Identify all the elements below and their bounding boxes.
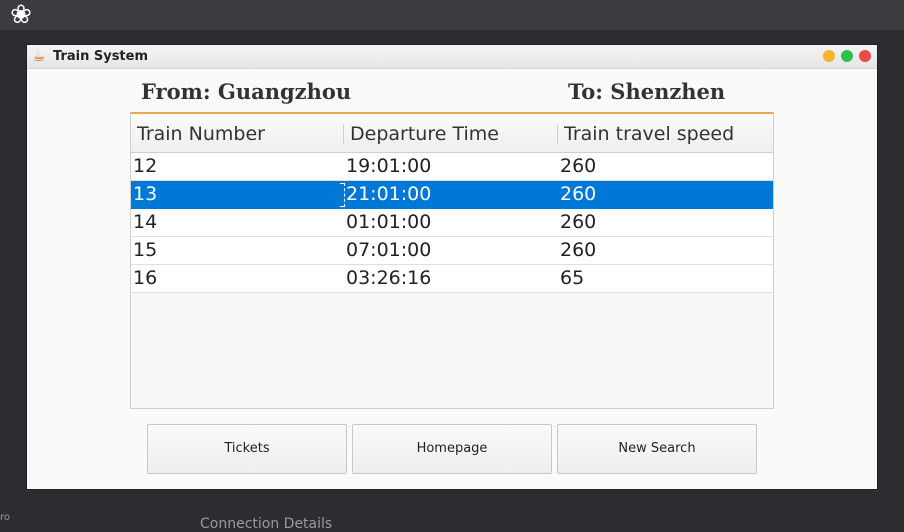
table-row-selected[interactable]: 13 21:01:00 260 <box>131 181 773 209</box>
window-titlebar[interactable]: ☕ Train System <box>27 45 877 69</box>
column-header-departure-time[interactable]: Departure Time <box>350 123 499 145</box>
table-row[interactable]: 16 03:26:16 65 <box>131 265 773 293</box>
new-search-button[interactable]: New Search <box>557 424 757 474</box>
column-divider[interactable] <box>343 124 344 144</box>
cell-train-number: 12 <box>133 155 158 177</box>
cell-travel-speed: 260 <box>560 211 597 233</box>
window-title: Train System <box>53 49 149 64</box>
route-from-label: From: Guangzhou <box>141 79 352 104</box>
gnome-foot-icon[interactable]: ❀ <box>6 0 36 30</box>
cell-train-number: 14 <box>133 211 158 233</box>
cell-departure-time: 03:26:16 <box>346 267 432 289</box>
table-row[interactable]: 14 01:01:00 260 <box>131 209 773 237</box>
cell-departure-time: 19:01:00 <box>346 155 432 177</box>
cell-travel-speed: 260 <box>560 183 597 205</box>
maximize-button[interactable] <box>841 50 853 62</box>
cell-train-number: 16 <box>133 267 158 289</box>
cell-departure-time: 07:01:00 <box>346 239 432 261</box>
table-header: Train Number Departure Time Train travel… <box>131 114 773 153</box>
table-row[interactable]: 12 19:01:00 260 <box>131 153 773 181</box>
train-table[interactable]: Train Number Departure Time Train travel… <box>130 112 774 409</box>
cell-travel-speed: 260 <box>560 239 597 261</box>
table-body: 12 19:01:00 260 13 21:01:00 260 14 01:01… <box>131 153 773 293</box>
column-header-train-number[interactable]: Train Number <box>137 123 265 145</box>
tickets-button[interactable]: Tickets <box>147 424 347 474</box>
cell-departure-time: 21:01:00 <box>346 183 432 205</box>
desktop-top-bar <box>0 0 904 30</box>
minimize-button[interactable] <box>823 50 835 62</box>
train-system-window: ☕ Train System From: Guangzhou To: Shenz… <box>27 45 877 489</box>
cell-train-number: 15 <box>133 239 158 261</box>
cell-departure-time: 01:01:00 <box>346 211 432 233</box>
background-window-text: Connection Details <box>200 516 333 532</box>
close-button[interactable] <box>859 50 871 62</box>
cell-travel-speed: 65 <box>560 267 585 289</box>
cell-travel-speed: 260 <box>560 155 597 177</box>
column-divider[interactable] <box>557 124 558 144</box>
homepage-button[interactable]: Homepage <box>352 424 552 474</box>
cell-focus-indicator <box>340 183 345 207</box>
column-header-travel-speed[interactable]: Train travel speed <box>564 123 734 145</box>
coffee-cup-icon: ☕ <box>32 49 46 65</box>
table-row[interactable]: 15 07:01:00 260 <box>131 237 773 265</box>
cell-train-number: 13 <box>133 183 158 205</box>
desktop-fragment: ro <box>0 512 11 523</box>
route-to-label: To: Shenzhen <box>568 79 726 104</box>
